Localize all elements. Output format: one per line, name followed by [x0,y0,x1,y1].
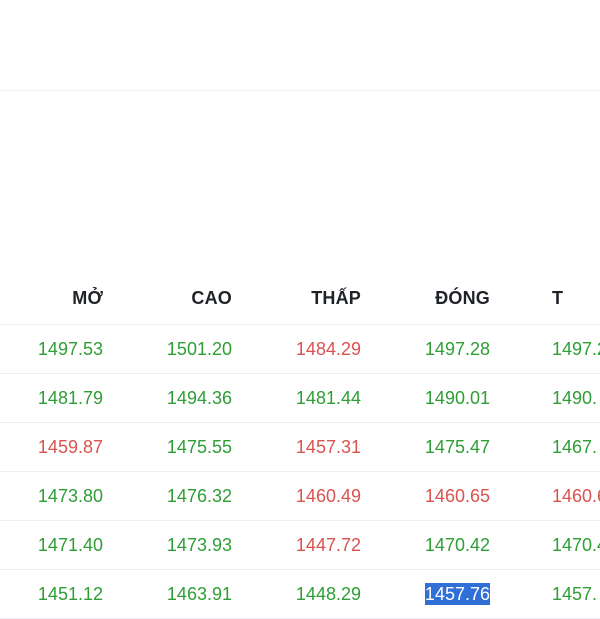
cell-value: 1497.53 [37,338,103,359]
cell-close: 1497.28 [370,325,490,373]
cell-value: 1459.87 [37,436,103,457]
cell-value: 1494.36 [166,387,232,408]
cell-low: 1448.29 [241,570,361,618]
cell-high: 1473.93 [112,521,232,569]
cell-open: 1497.53 [0,325,103,373]
cell-low: 1484.29 [241,325,361,373]
cell-value: 1481.44 [295,387,361,408]
table-header-row: MỞ CAO THẤP ĐÓNG T [0,272,600,325]
cell-truncated: 1490. [552,374,600,422]
cell-low: 1447.72 [241,521,361,569]
table-row[interactable]: 1473.80 1476.32 1460.49 1460.65 1460.6 [0,472,600,521]
cell-value: 1457.31 [295,436,361,457]
column-header-high[interactable]: CAO [112,272,232,324]
cell-value: 1501.20 [166,338,232,359]
column-header-truncated[interactable]: T [552,272,600,324]
cell-close: 1457.76 [370,570,490,618]
cell-value: 1475.47 [424,436,490,457]
cell-value: 1484.29 [295,338,361,359]
column-header-low[interactable]: THẤP [241,272,361,324]
table-body: 1497.53 1501.20 1484.29 1497.28 1497.2 1481.7… [0,325,600,619]
cell-truncated: 1470.4 [552,521,600,569]
top-divider [0,90,600,91]
cell-low: 1460.49 [241,472,361,520]
cell-value: 1490.01 [424,387,490,408]
cell-value: 1497.28 [424,338,490,359]
cell-open: 1473.80 [0,472,103,520]
column-header-open[interactable]: MỞ [0,272,103,324]
cell-value: 1463.91 [166,583,232,604]
cell-low: 1481.44 [241,374,361,422]
price-history-table: MỞ CAO THẤP ĐÓNG T 1497.53 1501.20 1484.29… [0,272,600,619]
cell-open: 1471.40 [0,521,103,569]
cell-close: 1460.65 [370,472,490,520]
cell-open: 1481.79 [0,374,103,422]
cell-high: 1501.20 [112,325,232,373]
cell-value: 1475.55 [166,436,232,457]
cell-close: 1475.47 [370,423,490,471]
cell-value: 1447.72 [295,534,361,555]
cell-value: 1470.42 [424,534,490,555]
cell-close: 1490.01 [370,374,490,422]
cell-value: 1481.79 [37,387,103,408]
column-header-close[interactable]: ĐÓNG [370,272,490,324]
cell-value: 1448.29 [295,583,361,604]
cell-close: 1470.42 [370,521,490,569]
cell-value: 1451.12 [37,583,103,604]
cell-value: 1497.2 [552,338,600,359]
table-row[interactable]: 1459.87 1475.55 1457.31 1475.47 1467. [0,423,600,472]
cell-value: 1473.80 [37,485,103,506]
cell-value: 1471.40 [37,534,103,555]
cell-truncated: 1467. [552,423,600,471]
cell-value: 1473.93 [166,534,232,555]
cell-value: 1490. [552,387,598,408]
cell-truncated: 1460.6 [552,472,600,520]
cell-value: 1457. [552,583,598,604]
cell-low: 1457.31 [241,423,361,471]
cell-high: 1476.32 [112,472,232,520]
cell-high: 1463.91 [112,570,232,618]
cell-high: 1475.55 [112,423,232,471]
table-row[interactable]: 1451.12 1463.91 1448.29 1457.76 1457. [0,570,600,619]
cell-high: 1494.36 [112,374,232,422]
cell-value: 1467. [552,436,598,457]
table-row[interactable]: 1481.79 1494.36 1481.44 1490.01 1490. [0,374,600,423]
cell-value: 1476.32 [166,485,232,506]
cell-value: 1470.4 [552,534,600,555]
cell-value: 1460.49 [295,485,361,506]
cell-truncated: 1497.2 [552,325,600,373]
selected-cell-value: 1457.76 [424,583,490,605]
table-row[interactable]: 1471.40 1473.93 1447.72 1470.42 1470.4 [0,521,600,570]
table-row[interactable]: 1497.53 1501.20 1484.29 1497.28 1497.2 [0,325,600,374]
cell-value: 1460.6 [552,485,600,506]
cell-truncated: 1457. [552,570,600,618]
cell-value: 1460.65 [424,485,490,506]
cell-open: 1459.87 [0,423,103,471]
cell-open: 1451.12 [0,570,103,618]
